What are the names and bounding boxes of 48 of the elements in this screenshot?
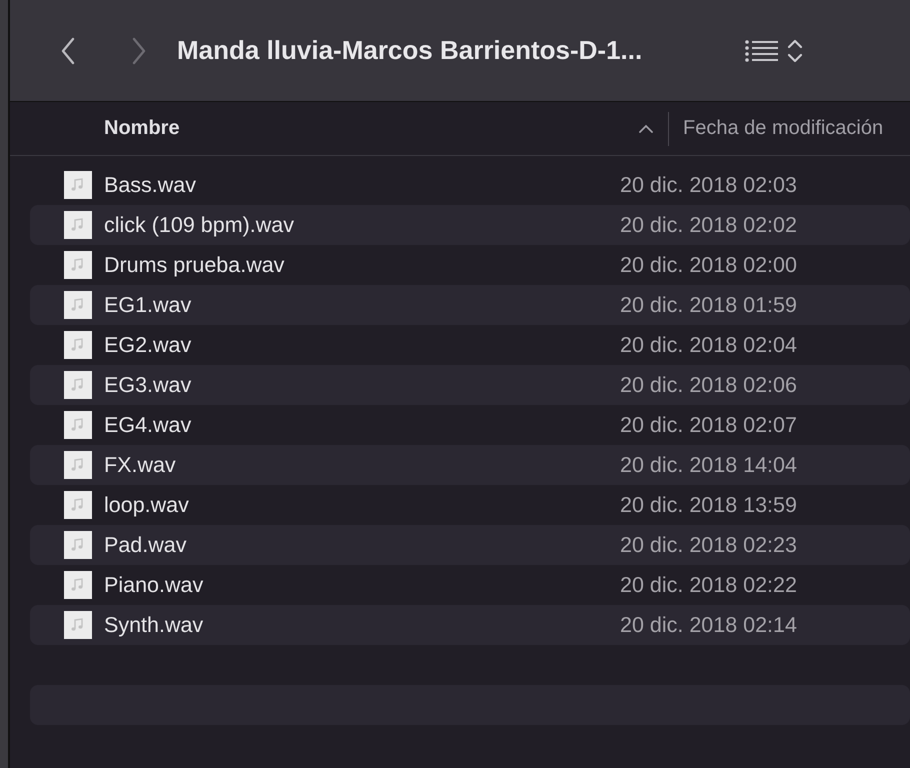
up-down-chevron-icon[interactable] bbox=[787, 38, 803, 64]
file-name[interactable]: click (109 bpm).wav bbox=[104, 212, 620, 238]
audio-file-icon bbox=[64, 531, 92, 559]
modified-date: 20 dic. 2018 01:59 bbox=[620, 292, 797, 318]
file-row[interactable]: EG1.wav 20 dic. 2018 01:59 bbox=[30, 285, 910, 325]
modified-date: 20 dic. 2018 02:02 bbox=[620, 212, 797, 238]
modified-date: 20 dic. 2018 02:00 bbox=[620, 252, 797, 278]
audio-file-icon bbox=[64, 611, 92, 639]
file-row[interactable]: Pad.wav 20 dic. 2018 02:23 bbox=[30, 525, 910, 565]
file-name[interactable]: EG4.wav bbox=[104, 412, 620, 438]
sort-ascending-icon bbox=[638, 124, 654, 134]
window-title: Manda lluvia-Marcos Barrientos-D-1... bbox=[177, 35, 644, 66]
modified-date: 20 dic. 2018 02:07 bbox=[620, 412, 797, 438]
audio-file-icon bbox=[64, 171, 92, 199]
file-name[interactable]: EG1.wav bbox=[104, 292, 620, 318]
file-name[interactable]: FX.wav bbox=[104, 452, 620, 478]
column-header[interactable]: Fecha de modificación bbox=[683, 117, 884, 140]
audio-file-icon bbox=[64, 491, 92, 519]
modified-date: 20 dic. 2018 02:22 bbox=[620, 572, 797, 598]
file-name[interactable]: Bass.wav bbox=[104, 172, 620, 198]
file-name[interactable]: EG2.wav bbox=[104, 332, 620, 358]
modified-date: 20 dic. 2018 02:04 bbox=[620, 332, 797, 358]
modified-date: 20 dic. 2018 02:06 bbox=[620, 372, 797, 398]
audio-file-icon bbox=[64, 371, 92, 399]
audio-file-icon bbox=[64, 291, 92, 319]
file-row[interactable]: click (109 bpm).wav 20 dic. 2018 02:02 bbox=[30, 205, 910, 245]
modified-date: 20 dic. 2018 02:03 bbox=[620, 172, 797, 198]
file-name[interactable]: Pad.wav bbox=[104, 532, 620, 558]
modified-date: 20 dic. 2018 02:14 bbox=[620, 612, 797, 638]
file-name[interactable]: Synth.wav bbox=[104, 612, 620, 638]
modified-date: 20 dic. 2018 02:23 bbox=[620, 532, 797, 558]
audio-file-icon bbox=[64, 211, 92, 239]
file-row[interactable]: Synth.wav 20 dic. 2018 02:14 bbox=[30, 605, 910, 645]
list-view-icon[interactable] bbox=[744, 38, 780, 62]
file-name[interactable]: loop.wav bbox=[104, 492, 620, 518]
file-name[interactable]: Piano.wav bbox=[104, 572, 620, 598]
audio-file-icon bbox=[64, 251, 92, 279]
audio-file-icon bbox=[64, 331, 92, 359]
audio-file-icon bbox=[64, 451, 92, 479]
file-name[interactable]: EG3.wav bbox=[104, 372, 620, 398]
modified-date: 20 dic. 2018 13:59 bbox=[620, 492, 797, 518]
column-header[interactable]: Nombre bbox=[104, 117, 180, 140]
audio-file-icon bbox=[64, 571, 92, 599]
modified-date: 20 dic. 2018 14:04 bbox=[620, 452, 797, 478]
file-row[interactable]: FX.wav 20 dic. 2018 14:04 bbox=[30, 445, 910, 485]
file-name[interactable]: Drums prueba.wav bbox=[104, 252, 620, 278]
file-row[interactable]: EG3.wav 20 dic. 2018 02:06 bbox=[30, 365, 910, 405]
audio-file-icon bbox=[64, 411, 92, 439]
